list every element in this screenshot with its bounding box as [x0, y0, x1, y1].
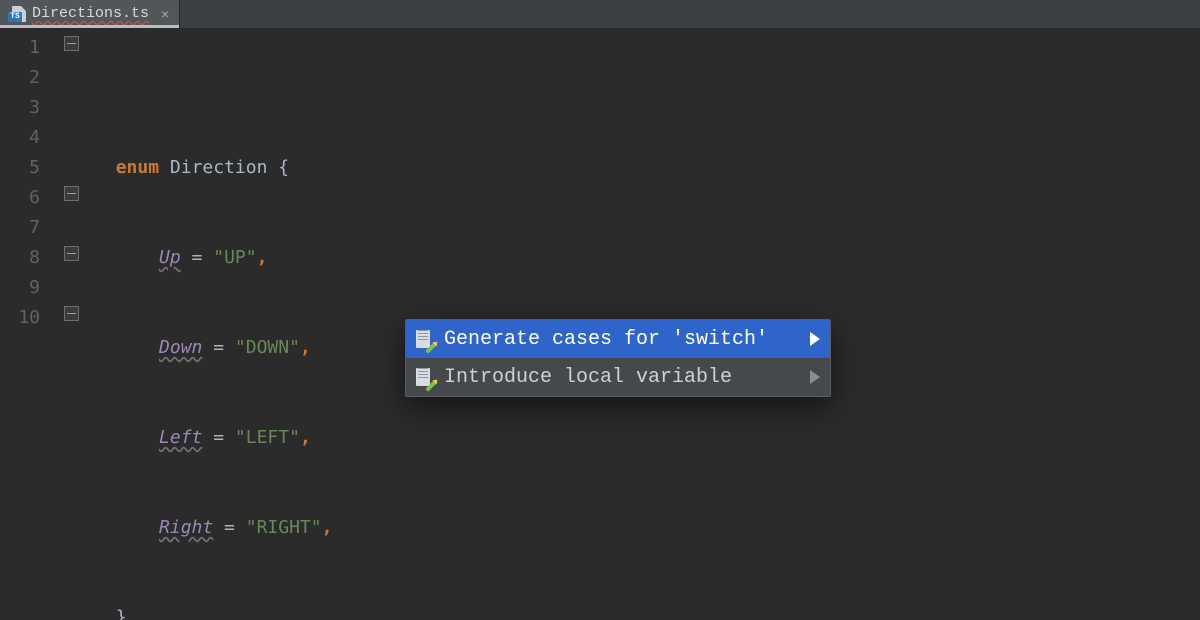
line-number: 9 [0, 273, 50, 303]
code-editor[interactable]: 1 2 3 4 5 6 7 8 9 10 enum Direction { Up… [0, 29, 1200, 620]
line-number: 3 [0, 93, 50, 123]
code-line: Up = "UP", [94, 243, 1200, 273]
intention-action-item[interactable]: Generate cases for 'switch' [406, 320, 830, 358]
tab-active-indicator [0, 25, 179, 28]
close-tab-icon[interactable]: × [161, 0, 169, 28]
line-number: 10 [0, 303, 50, 333]
line-number: 7 [0, 213, 50, 243]
file-tab[interactable]: TS Directions.ts × [0, 0, 180, 28]
tab-filename: Directions.ts [32, 0, 149, 28]
line-number: 6 [0, 183, 50, 213]
line-number: 8 [0, 243, 50, 273]
intention-action-label: Generate cases for 'switch' [444, 328, 768, 351]
fold-gutter [50, 29, 94, 620]
fold-toggle-icon[interactable] [64, 306, 79, 321]
intention-bulb-icon [416, 330, 434, 348]
intention-bulb-icon [416, 368, 434, 386]
line-number-gutter: 1 2 3 4 5 6 7 8 9 10 [0, 29, 50, 620]
tab-bar: TS Directions.ts × [0, 0, 1200, 29]
line-number: 2 [0, 63, 50, 93]
fold-toggle-icon[interactable] [64, 36, 79, 51]
intention-action-label: Introduce local variable [444, 366, 732, 389]
submenu-arrow-icon [810, 332, 820, 346]
submenu-arrow-icon [810, 370, 820, 384]
fold-toggle-icon[interactable] [64, 246, 79, 261]
typescript-file-icon: TS [8, 6, 26, 22]
line-number: 5 [0, 153, 50, 183]
code-line: } [94, 603, 1200, 620]
code-line: Right = "RIGHT", [94, 513, 1200, 543]
intention-actions-popup: Generate cases for 'switch' Introduce lo… [405, 319, 831, 397]
fold-toggle-icon[interactable] [64, 186, 79, 201]
line-number: 4 [0, 123, 50, 153]
line-number: 1 [0, 33, 50, 63]
code-line: Left = "LEFT", [94, 423, 1200, 453]
code-line: enum Direction { [94, 153, 1200, 183]
current-line-highlight [94, 269, 1200, 299]
intention-action-item[interactable]: Introduce local variable [406, 358, 830, 396]
